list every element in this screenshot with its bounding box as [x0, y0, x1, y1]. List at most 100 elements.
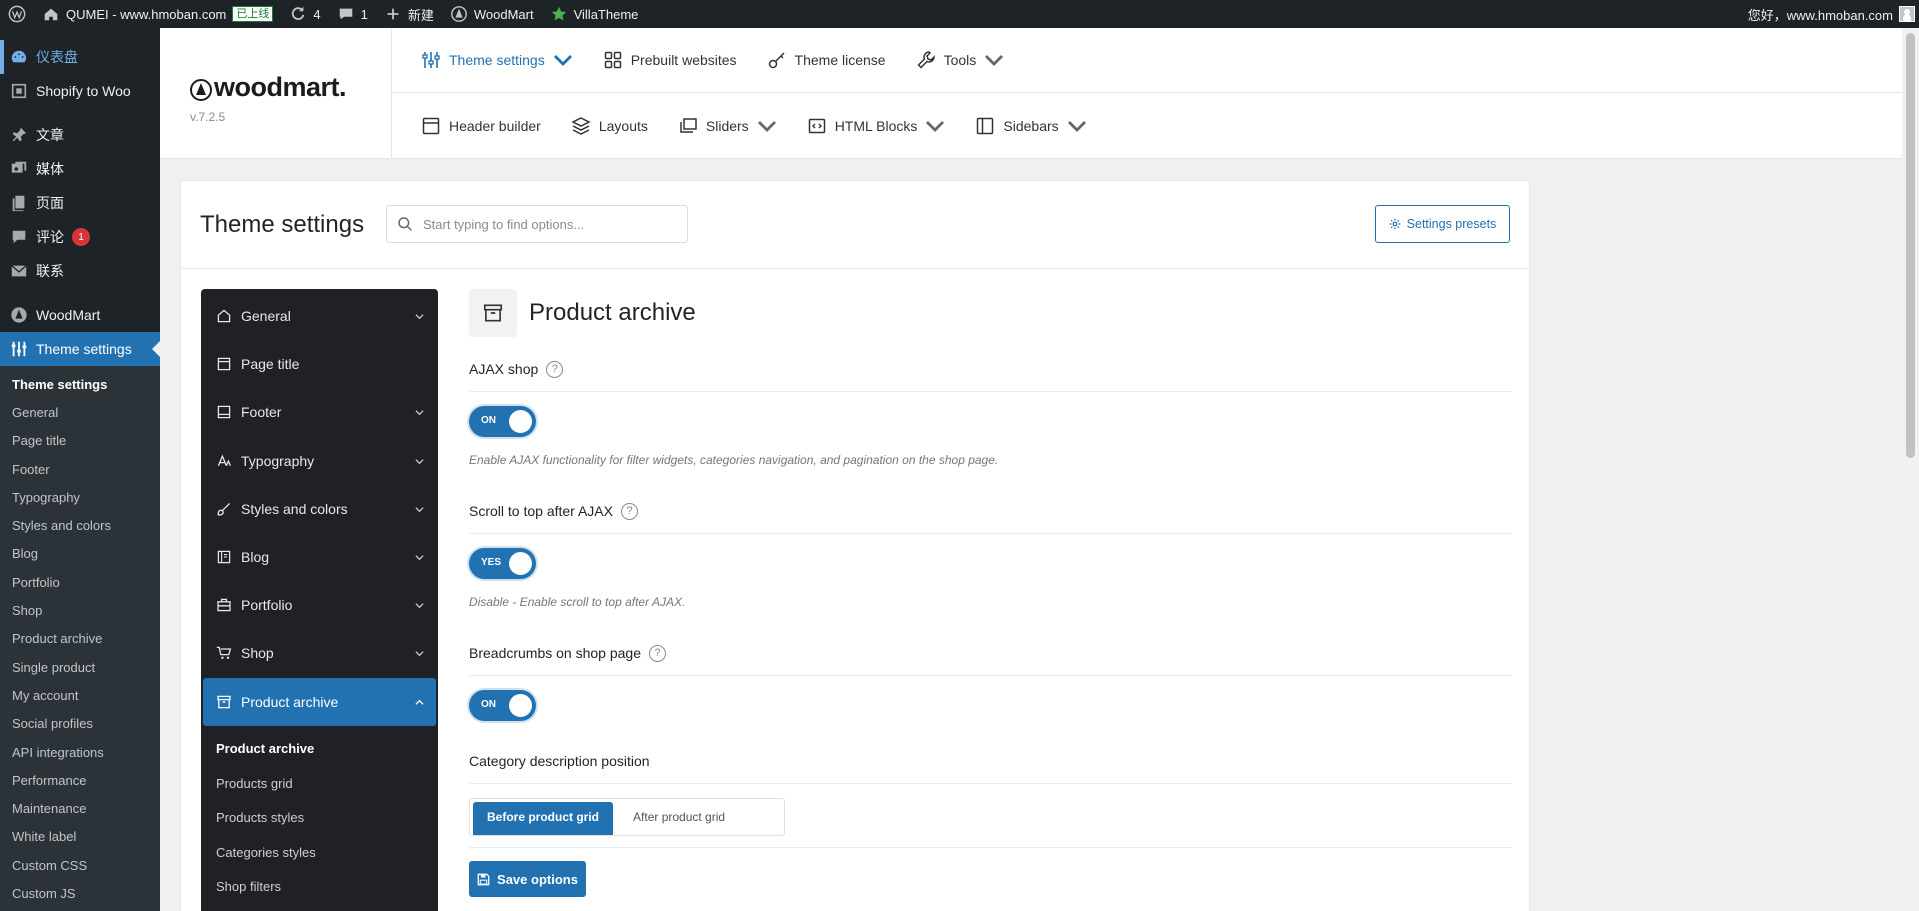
section-product-archive[interactable]: Product archive [203, 677, 436, 726]
nav-html-blocks[interactable]: HTML Blocks [803, 116, 950, 136]
submenu-item[interactable]: White label [0, 823, 160, 851]
menu-item-dashboard[interactable]: 仪表盘 [0, 40, 160, 74]
menu-item-pages[interactable]: 页面 [0, 186, 160, 220]
nav-theme-settings[interactable]: Theme settings [417, 50, 577, 70]
submenu-item[interactable]: Single product [0, 653, 160, 681]
gear-icon [1389, 218, 1401, 230]
mail-icon [11, 265, 27, 277]
briefcase-icon [217, 598, 231, 612]
woodmart-logo[interactable]: woodmart. [190, 72, 347, 103]
comments-count: 1 [360, 6, 368, 22]
menu-item-shopify[interactable]: Shopify to Woo [0, 74, 160, 108]
subsection-item[interactable]: Products styles [203, 801, 436, 836]
after-product-grid-button[interactable]: After product grid [619, 802, 739, 835]
woodmart-header: woodmart. v.7.2.5 Theme settings Prebuil… [160, 28, 1919, 159]
submenu-item[interactable]: Styles and colors [0, 511, 160, 539]
subsection-item[interactable]: Shop filters [203, 870, 436, 905]
product-archive-subsections: Product archive Products grid Products s… [201, 726, 438, 905]
updates-link[interactable]: 4 [281, 0, 328, 28]
menu-item-theme-settings[interactable]: Theme settings [0, 332, 160, 366]
scroll-to-top-toggle[interactable]: YES [469, 548, 536, 579]
menu-item-woodmart[interactable]: WoodMart [0, 298, 160, 332]
settings-presets-button[interactable]: Settings presets [1375, 205, 1510, 243]
nav-sidebars[interactable]: Sidebars [971, 116, 1090, 136]
key-icon [768, 52, 785, 69]
search-input[interactable] [423, 216, 663, 232]
submenu-item[interactable]: Shop [0, 596, 160, 624]
theme-settings-submenu: Theme settings General Page title Footer… [0, 366, 160, 911]
wrench-icon [917, 51, 935, 69]
submenu-item[interactable]: My account [0, 681, 160, 709]
nav-sliders[interactable]: Sliders [674, 116, 781, 136]
section-portfolio[interactable]: Portfolio [203, 581, 436, 629]
section-typography[interactable]: Typography [203, 437, 436, 485]
option-description: Enable AJAX functionality for filter wid… [469, 453, 999, 467]
woodmart-link[interactable]: WoodMart [442, 0, 542, 28]
account-menu[interactable]: 您好，www.hmoban.com [1748, 0, 1919, 28]
section-footer[interactable]: Footer [203, 388, 436, 436]
nav-theme-license[interactable]: Theme license [763, 50, 890, 70]
submenu-item[interactable]: Social profiles [0, 710, 160, 738]
site-name: QUMEI - www.hmoban.com [66, 6, 227, 22]
submenu-item[interactable]: Footer [0, 455, 160, 483]
submenu-item[interactable]: Typography [0, 483, 160, 511]
menu-item-posts[interactable]: 文章 [0, 118, 160, 152]
comments-link[interactable]: 1 [329, 0, 376, 28]
ajax-shop-toggle[interactable]: ON [469, 406, 536, 437]
menu-item-contact[interactable]: 联系 [0, 254, 160, 288]
submenu-item[interactable]: Custom CSS [0, 851, 160, 879]
section-general[interactable]: General [203, 292, 436, 340]
wp-logo-icon[interactable] [0, 0, 34, 28]
section-page-title[interactable]: Page title [203, 340, 436, 388]
subsection-item[interactable]: Categories styles [203, 835, 436, 870]
section-blog[interactable]: Blog [203, 533, 436, 581]
layers-icon [571, 116, 591, 135]
nav-tools[interactable]: Tools [912, 50, 1009, 70]
submenu-item[interactable]: Performance [0, 766, 160, 794]
section-shop[interactable]: Shop [203, 629, 436, 677]
archive-icon [469, 289, 517, 337]
submenu-item[interactable]: Theme settings [0, 370, 160, 398]
home-icon [44, 8, 58, 21]
woodmart-icon [11, 307, 27, 323]
site-name-link[interactable]: QUMEI - www.hmoban.com 已上线 [34, 0, 281, 28]
nav-prebuilt-websites[interactable]: Prebuilt websites [599, 50, 741, 70]
submenu-item[interactable]: Product archive [0, 625, 160, 653]
save-options-button[interactable]: Save options [469, 861, 586, 897]
subsection-item[interactable]: Products grid [203, 766, 436, 801]
breadcrumbs-toggle[interactable]: ON [469, 690, 536, 721]
help-icon[interactable]: ? [649, 644, 666, 662]
option-label: AJAX shop [469, 361, 539, 377]
sidebar-icon [977, 117, 994, 134]
search-icon [398, 217, 412, 231]
footer-icon [217, 406, 231, 419]
help-icon[interactable]: ? [546, 360, 564, 378]
submenu-item[interactable]: Portfolio [0, 568, 160, 596]
version-label: v.7.2.5 [190, 110, 226, 124]
nav-header-builder[interactable]: Header builder [417, 116, 545, 136]
help-icon[interactable]: ? [620, 502, 638, 520]
submenu-item[interactable]: Maintenance [0, 794, 160, 822]
greeting: 您好，www.hmoban.com [1747, 7, 1893, 23]
submenu-item[interactable]: API integrations [0, 738, 160, 766]
page-scrollbar[interactable] [1902, 28, 1919, 911]
code-block-icon [808, 118, 825, 133]
submenu-item[interactable]: Page title [0, 427, 160, 455]
submenu-item[interactable]: Custom JS [0, 879, 160, 907]
submenu-item[interactable]: Blog [0, 540, 160, 568]
scrollbar-thumb[interactable] [1906, 33, 1915, 458]
woodmart-nav-top: Theme settings Prebuilt websites Theme l… [392, 28, 1919, 93]
villatheme-link[interactable]: VillaTheme [542, 0, 647, 28]
menu-item-comments[interactable]: 评论 1 [0, 220, 160, 254]
menu-item-media[interactable]: 媒体 [0, 152, 160, 186]
nav-layouts[interactable]: Layouts [567, 116, 652, 136]
option-label: Scroll to top after AJAX [469, 503, 613, 519]
brush-icon [217, 502, 231, 516]
submenu-item[interactable]: General [0, 398, 160, 426]
section-styles-colors[interactable]: Styles and colors [203, 485, 436, 533]
before-product-grid-button[interactable]: Before product grid [473, 802, 614, 835]
subsection-item[interactable]: Product archive [203, 732, 436, 767]
section-nav: General Page title Footer Typography Sty… [201, 289, 438, 911]
chevron-down-icon [415, 555, 424, 561]
new-content-link[interactable]: 新建 [376, 0, 442, 28]
